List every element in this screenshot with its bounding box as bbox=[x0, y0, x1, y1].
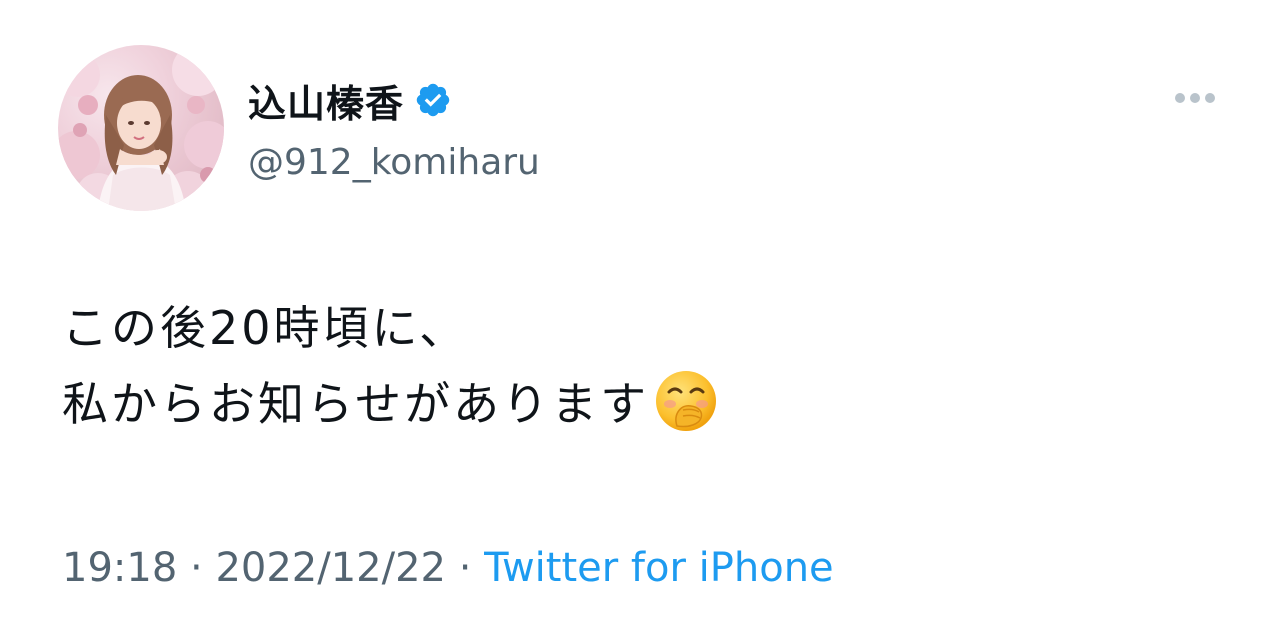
tweet-time[interactable]: 19:18 bbox=[62, 545, 177, 591]
separator: · bbox=[445, 545, 485, 591]
tweet-text: この後20時頃に、 私からお知らせがあります bbox=[62, 290, 719, 442]
tweet-text-line: 私からお知らせがあります bbox=[62, 366, 719, 442]
tweet-date[interactable]: 2022/12/22 bbox=[215, 545, 446, 591]
separator: · bbox=[177, 545, 216, 591]
avatar[interactable] bbox=[58, 45, 224, 211]
user-info: 込山榛香 @912_komiharu bbox=[248, 70, 540, 184]
tweet: 込山榛香 @912_komiharu この後20時頃に、 私からお知らせがありま… bbox=[0, 0, 1267, 622]
user-handle[interactable]: @912_komiharu bbox=[248, 142, 540, 183]
tweet-metadata: 19:18 · 2022/12/22 · Twitter for iPhone bbox=[62, 545, 834, 591]
tweet-source-link[interactable]: Twitter for iPhone bbox=[484, 545, 834, 591]
hand-over-mouth-emoji-icon bbox=[653, 368, 719, 434]
display-name[interactable]: 込山榛香 bbox=[248, 73, 404, 128]
tweet-text-line-content: 私からお知らせがあります bbox=[62, 377, 650, 431]
verified-badge-icon bbox=[414, 81, 452, 119]
name-row: 込山榛香 bbox=[248, 70, 540, 130]
more-options-icon[interactable] bbox=[1170, 86, 1220, 110]
tweet-text-line: この後20時頃に、 bbox=[62, 301, 469, 355]
